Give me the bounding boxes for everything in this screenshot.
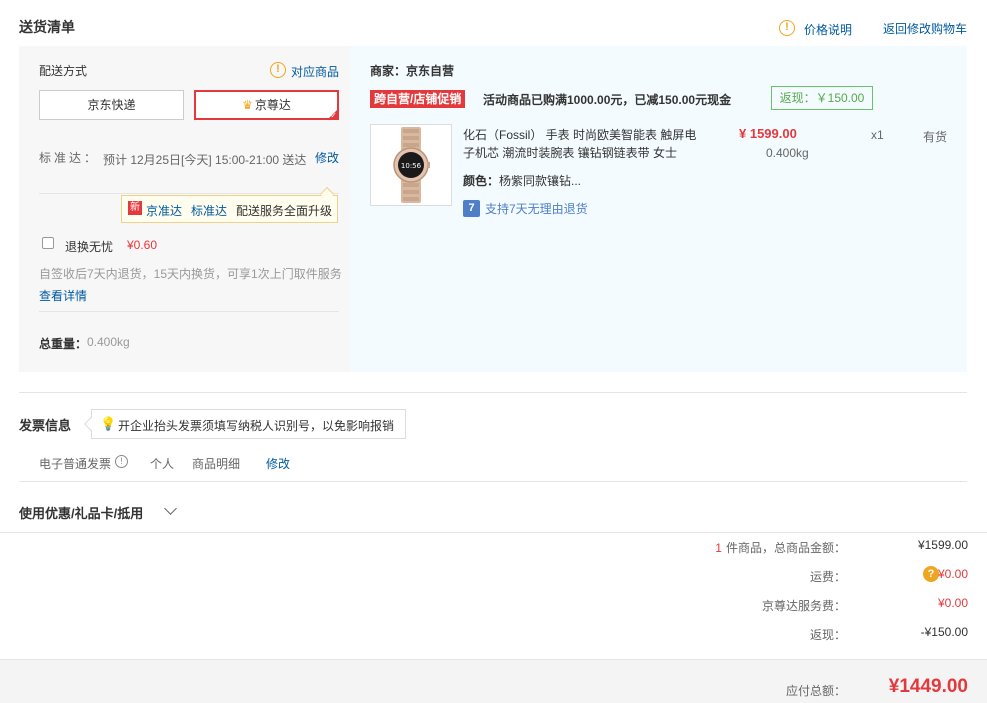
new-badge: 新 (128, 201, 142, 215)
divider (19, 481, 967, 482)
rebate-value: -¥150.00 (920, 625, 968, 639)
rebate-label: 返现： (809, 628, 846, 642)
upgrade-text: 配送服务全面升级 (236, 204, 333, 218)
product-qty: x1 (871, 128, 884, 142)
price-note-link[interactable]: 价格说明 (804, 21, 852, 38)
check-icon: ✓ (330, 111, 337, 120)
total-weight-label: 总重量： (39, 337, 88, 351)
invoice-edit-link[interactable]: 修改 (266, 455, 290, 472)
promo-text: 活动商品已购满1000.00元，已减150.00元现金 (483, 93, 732, 107)
invoice-detail: 商品明细 (192, 457, 241, 471)
invoice-person: 个人 (150, 457, 175, 471)
coupon-toggle[interactable]: 使用优惠/礼品卡/抵用 (19, 503, 143, 522)
divider (39, 311, 339, 312)
eta-label: 标准达： (39, 151, 100, 165)
seven-day-return-text: 支持7天无理由退货 (485, 202, 588, 216)
back-to-cart-link[interactable]: 返回修改购物车 (883, 20, 967, 37)
eta-text: 预计 12月25日[今天] 15:00-21:00 送达 (103, 153, 307, 167)
goods-count: 1 (715, 541, 722, 555)
delivery-option-label: 京东快递 (87, 98, 136, 112)
merchant-label: 商家：京东自营 (370, 64, 455, 78)
jzd-link[interactable]: 京准达 (146, 202, 182, 219)
divider (0, 532, 987, 533)
product-name[interactable]: 化石（Fossil） 手表 时尚欧美智能表 触屏电子机芯 潮流时装腕表 镶钻钢链… (463, 126, 703, 162)
page-title: 送货清单 (19, 19, 75, 35)
eta-edit-link[interactable]: 修改 (315, 149, 339, 166)
return-service-price: ¥0.60 (127, 238, 158, 252)
goods-count-text: 件商品，总商品金额： (725, 541, 846, 555)
promo-tag: 跨自营/店铺促销 (370, 90, 466, 108)
shipping-value: ¥0.00 (937, 567, 968, 581)
lightbulb-icon: 💡 (100, 416, 117, 431)
invoice-title: 发票信息 (19, 418, 72, 433)
rebate-badge: 返现：￥150.00 (771, 86, 873, 110)
goods-total-value: ¥1599.00 (917, 538, 968, 552)
return-service-desc-text: 自签收后7天内退货，15天内换货，可享1次上门取件服务 (39, 267, 342, 281)
product-weight: 0.400kg (766, 146, 809, 160)
seven-day-return-icon: 7 (463, 200, 480, 217)
return-detail-link[interactable]: 查看详情 (39, 289, 87, 303)
return-service-checkbox[interactable] (42, 237, 54, 249)
shipping-label: 运费： (809, 570, 846, 584)
divider (19, 392, 967, 393)
watch-icon: 10:56 (393, 127, 430, 203)
warning-icon: ! (779, 20, 795, 36)
invoice-tip-text: 开企业抬头发票须填写纳税人识别号，以免影响报销 (118, 419, 395, 433)
service-fee-value: ¥0.00 (937, 596, 968, 610)
watch-time: 10:56 (401, 162, 422, 170)
corresponding-goods-link[interactable]: 对应商品 (291, 63, 339, 80)
return-service-desc: 自签收后7天内退货，15天内换货，可享1次上门取件服务 查看详情 (39, 263, 344, 307)
crown-icon: ♛ (242, 98, 253, 112)
color-value: 杨紫同款镶钻... (499, 174, 582, 188)
divider (39, 193, 339, 194)
product-image[interactable]: 10:56 (370, 124, 452, 206)
total-weight-value: 0.400kg (87, 335, 130, 349)
delivery-method-label: 配送方式 (39, 64, 88, 78)
total-label: 应付总额： (785, 684, 846, 698)
service-fee-label: 京尊达服务费： (761, 599, 846, 613)
delivery-option-label: 京尊达 (254, 98, 291, 112)
product-price: ¥ 1599.00 (739, 126, 797, 141)
delivery-option-jd-zunda[interactable]: ♛ 京尊达 ✓ (194, 90, 339, 120)
total-value: ¥1449.00 (888, 676, 968, 697)
goods-count-line: 1 件商品，总商品金额： (715, 539, 846, 556)
delivery-option-jd-express[interactable]: 京东快递 (39, 90, 184, 120)
warning-icon: ! (270, 62, 286, 78)
info-icon[interactable]: ! (115, 455, 128, 468)
question-icon[interactable]: ? (923, 566, 939, 582)
return-service-label[interactable]: 退换无忧 (65, 238, 113, 255)
chevron-down-icon[interactable] (164, 502, 177, 515)
product-stock: 有货 (923, 130, 948, 144)
bzd-link[interactable]: 标准达 (191, 202, 227, 219)
invoice-type: 电子普通发票 (39, 457, 112, 471)
color-label: 颜色： (463, 174, 500, 188)
